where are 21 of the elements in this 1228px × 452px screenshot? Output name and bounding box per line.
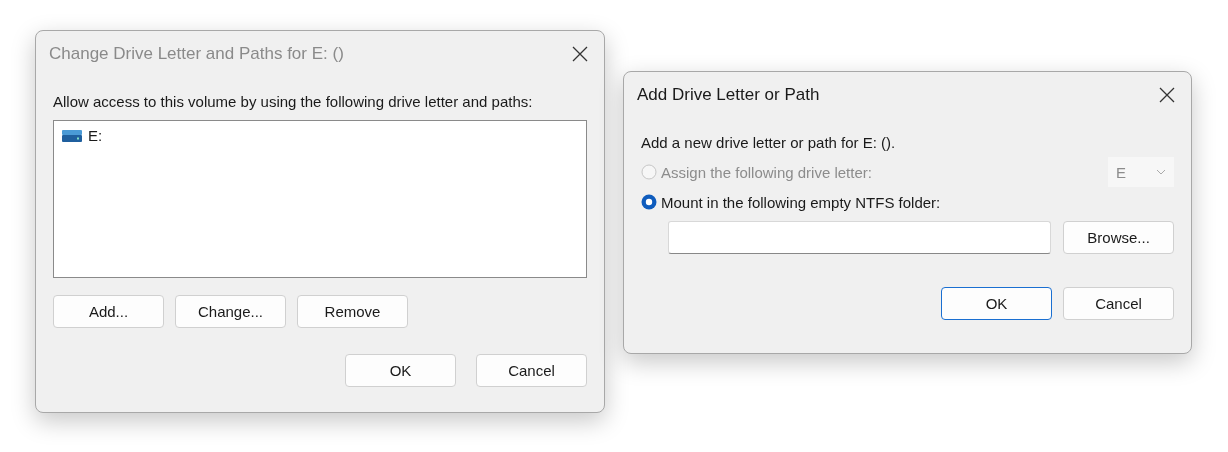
action-button[interactable]: Change... [175,295,286,328]
window-title: Add Drive Letter or Path [637,85,820,105]
ok-button[interactable]: OK [941,287,1052,320]
cancel-button[interactable]: Cancel [1063,287,1174,320]
chevron-icon [1156,169,1166,175]
radio-button[interactable] [641,194,657,210]
drive-icon [62,129,82,142]
window-title: Change Drive Letter and Paths for E: () [49,44,344,64]
close-icon[interactable] [572,46,588,62]
radio-label: Assign the following drive letter: [661,163,872,181]
action-button[interactable]: Add... [53,295,164,328]
folder-path-field[interactable] [668,221,1052,254]
browse-button[interactable]: Browse... [1063,221,1174,254]
cancel-button[interactable]: Cancel [476,354,587,387]
action-button[interactable]: Remove [297,295,408,328]
list-item[interactable]: E: [88,127,103,144]
ok-button[interactable]: OK [345,354,456,387]
instruction-text: Add a new drive letter or path for E: (). [641,134,897,151]
radio-label: Mount in the following empty NTFS folder: [661,193,941,211]
close-icon[interactable] [1159,87,1175,103]
instruction-text: Allow access to this volume by using the following drive letter and paths: [53,93,534,110]
